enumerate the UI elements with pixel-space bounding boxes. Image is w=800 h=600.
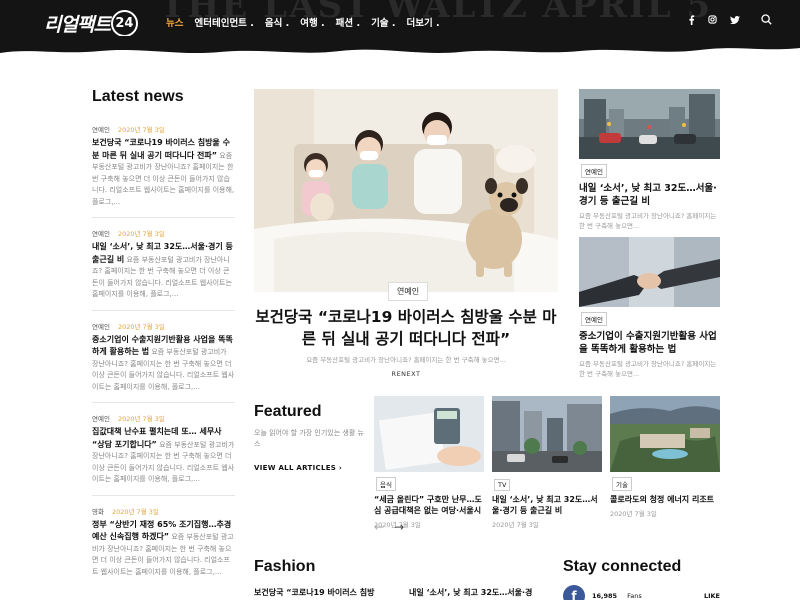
card-title[interactable]: 콜로라도의 청정 에너지 리조트 xyxy=(610,494,720,505)
instagram-icon[interactable] xyxy=(708,15,717,24)
item-category[interactable]: 연예인 xyxy=(92,230,110,238)
card-category-badge[interactable]: 음식 xyxy=(376,477,396,491)
featured-title: Featured xyxy=(254,403,322,420)
logo-text: 리얼팩트 xyxy=(44,13,111,36)
nav-item-fashion[interactable]: 패션 . xyxy=(336,15,360,29)
stay-connected-title: Stay connected xyxy=(563,558,682,575)
fans-count: 16,985 xyxy=(592,592,618,600)
featured-card[interactable]: 음식 “세금 올린다” 구호만 난무…도심 공급대책은 없는 여당·서울시 20… xyxy=(374,396,484,529)
hero-title[interactable]: 보건당국 “코로나19 바이러스 침방울 수분 마른 뒤 실내 공기 떠다니다 … xyxy=(254,306,558,350)
tax-calculator-image[interactable] xyxy=(374,396,484,472)
facebook-fans-row[interactable]: f 16,985 Fans LIKE xyxy=(563,585,720,600)
list-item[interactable]: 연예인 2020년 7월 3일 보건당국 “코로나19 바이러스 침방울 수분 마… xyxy=(92,118,235,218)
twitter-icon[interactable] xyxy=(730,15,740,24)
handshake-image[interactable] xyxy=(579,237,720,307)
facebook-icon: f xyxy=(563,585,585,600)
card-title[interactable]: 내일 ‘소서’, 낮 최고 32도…서울·경기 등 출근길 비 xyxy=(492,494,602,516)
fans-label: Fans xyxy=(627,592,642,600)
card-title[interactable]: “세금 올린다” 구호만 난무…도심 공급대책은 없는 여당·서울시 xyxy=(374,494,484,516)
nav-item-food[interactable]: 음식 . xyxy=(265,15,289,29)
hero-excerpt: 요즘 부동산포털 광고비가 장난아니죠? 홈페이지는 한 번 구축해 놓으면..… xyxy=(306,356,506,364)
fashion-title: Fashion xyxy=(254,558,316,575)
item-category[interactable]: 연예인 xyxy=(92,415,110,423)
rainy-street-image[interactable] xyxy=(579,89,720,159)
item-date: 2020년 7월 3일 xyxy=(117,230,165,238)
card-title[interactable]: 중소기업이 수출지원기반활용 사업을 똑똑하게 활용하는 법 xyxy=(579,330,720,356)
featured-pagination: ← → xyxy=(374,520,404,534)
nav-item-more[interactable]: 더보기 . xyxy=(406,15,439,29)
hero-article[interactable]: 연예인 보건당국 “코로나19 바이러스 침방울 수분 마른 뒤 실내 공기 떠… xyxy=(254,89,558,378)
social-links xyxy=(688,14,772,25)
card-excerpt: 요즘 부동산포털 광고비가 장난아니죠? 홈페이지는 한 번 구축해 놓으면..… xyxy=(579,212,717,230)
item-title[interactable]: 보건당국 “코로나19 바이러스 침방울 수분 마른 뒤 실내 공기 떠다니다 … xyxy=(92,138,230,160)
card-title[interactable]: 내일 ‘소서’, 낮 최고 32도…서울·경기 등 출근길 비 xyxy=(579,182,720,208)
view-all-label: VIEW ALL ARTICLES xyxy=(254,464,337,472)
item-category[interactable]: 영화 xyxy=(92,508,104,516)
arrow-right-icon[interactable]: → xyxy=(394,520,404,534)
facebook-icon[interactable] xyxy=(688,14,695,25)
resort-aerial-image[interactable] xyxy=(610,396,720,472)
latest-news-section: Latest news 연예인 2020년 7월 3일 보건당국 “코로나19 바… xyxy=(92,88,235,587)
nav-item-entertainment[interactable]: 엔터테인먼트 . xyxy=(194,15,253,29)
list-item[interactable]: 영화 2020년 7월 3일 정부 “상반기 재정 65% 조기집행…추경예산 신… xyxy=(92,496,235,588)
hero-category-badge[interactable]: 연예인 xyxy=(388,282,429,301)
site-logo[interactable]: 리얼팩트 24 xyxy=(44,9,138,37)
search-icon[interactable] xyxy=(761,14,772,25)
item-category[interactable]: 연예인 xyxy=(92,126,110,134)
hero-source: RENEXT xyxy=(391,370,421,378)
like-button[interactable]: LIKE xyxy=(704,592,720,600)
item-date: 2020년 7월 3일 xyxy=(117,415,165,423)
arrow-left-icon[interactable]: ← xyxy=(374,520,384,534)
list-item[interactable]: 연예인 2020년 7월 3일 집값대책 난수표 펼치는데 또… 세무사 “상담 … xyxy=(92,403,235,496)
side-card[interactable]: 연예인 중소기업이 수출지원기반활용 사업을 똑똑하게 활용하는 법 요즘 부동… xyxy=(579,237,720,379)
side-card[interactable]: 연예인 내일 ‘소서’, 낮 최고 32도…서울·경기 등 출근길 비 요즘 부… xyxy=(579,89,720,231)
nav-item-travel[interactable]: 여행 . xyxy=(300,15,324,29)
item-date: 2020년 7월 3일 xyxy=(117,322,165,331)
item-date: 2020년 7월 3일 xyxy=(117,126,165,134)
card-date: 2020년 7월 3일 xyxy=(492,521,539,529)
featured-card[interactable]: TV 내일 ‘소서’, 낮 최고 32도…서울·경기 등 출근길 비 2020년… xyxy=(492,396,602,529)
featured-description: 오늘 읽어야 할 가장 인기있는 생활 뉴스 xyxy=(254,429,364,448)
list-item[interactable]: 연예인 2020년 7월 3일 내일 ‘소서’, 낮 최고 32도…서울·경기 등… xyxy=(92,218,235,311)
card-category-badge[interactable]: 연예인 xyxy=(581,164,607,178)
main-nav: 뉴스 엔터테인먼트 . 음식 . 여행 . 패션 . 기술 . 더보기 . xyxy=(166,15,440,29)
latest-news-title: Latest news xyxy=(92,88,184,105)
chevron-right-icon: › xyxy=(338,464,343,472)
featured-card[interactable]: 기술 콜로라도의 청정 에너지 리조트 2020년 7월 3일 xyxy=(610,396,720,518)
card-excerpt: 요즘 부동산포털 광고비가 장난아니죠? 홈페이지는 한 번 구축해 놓으면..… xyxy=(579,360,717,378)
header-torn-edge xyxy=(0,36,800,54)
city-street-image[interactable] xyxy=(492,396,602,472)
fashion-item[interactable]: 보건당국 “코로나19 바이러스 침방 xyxy=(254,587,374,598)
card-category-badge[interactable]: TV xyxy=(494,479,511,491)
card-date: 2020년 7월 3일 xyxy=(610,510,657,518)
nav-item-tech[interactable]: 기술 . xyxy=(371,15,395,29)
nav-item-news[interactable]: 뉴스 xyxy=(166,15,183,29)
fashion-item[interactable]: 내일 ‘소서’, 낮 최고 32도…서울·경 xyxy=(409,587,532,598)
latest-news-list: 연예인 2020년 7월 3일 보건당국 “코로나19 바이러스 침방울 수분 마… xyxy=(92,118,235,587)
logo-number-badge: 24 xyxy=(110,9,138,37)
item-date: 2020년 7월 3일 xyxy=(111,507,159,516)
card-category-badge[interactable]: 기술 xyxy=(612,477,632,491)
hero-image-family-masks[interactable] xyxy=(254,89,558,292)
featured-section: Featured 오늘 읽어야 할 가장 인기있는 생활 뉴스 VIEW ALL… xyxy=(254,403,364,472)
item-category[interactable]: 연예인 xyxy=(92,323,110,331)
list-item[interactable]: 연예인 2020년 7월 3일 중소기업이 수출지원기반활용 사업을 똑똑하게 활… xyxy=(92,311,235,403)
view-all-articles-link[interactable]: VIEW ALL ARTICLES › xyxy=(254,464,364,472)
card-category-badge[interactable]: 연예인 xyxy=(581,312,607,326)
